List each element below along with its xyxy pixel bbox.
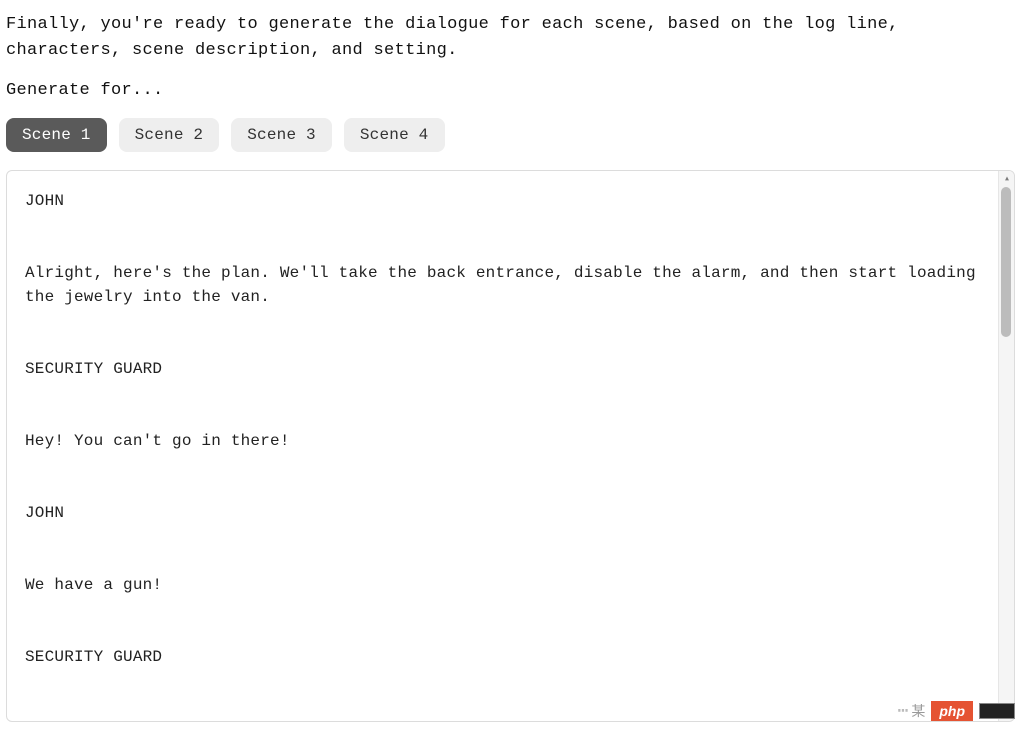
tab-scene-1[interactable]: Scene 1 — [6, 118, 107, 152]
dialogue-output: JOHN Alright, here's the plan. We'll tak… — [7, 171, 1014, 721]
dialogue-output-panel: JOHN Alright, here's the plan. We'll tak… — [6, 170, 1015, 722]
scrollbar[interactable]: ▴ ▾ — [998, 171, 1014, 721]
intro-text: Finally, you're ready to generate the di… — [6, 12, 1015, 63]
scroll-up-icon[interactable]: ▴ — [999, 171, 1015, 187]
watermark-text: 某 — [911, 701, 925, 721]
tab-scene-3[interactable]: Scene 3 — [231, 118, 332, 152]
watermark-dots-icon: ⋯ — [898, 700, 906, 722]
watermark: ⋯ 某 php — [898, 700, 1016, 722]
generate-label: Generate for... — [6, 81, 1015, 100]
php-badge: php — [931, 701, 973, 721]
tab-scene-4[interactable]: Scene 4 — [344, 118, 445, 152]
watermark-box-icon — [979, 703, 1015, 719]
tab-scene-2[interactable]: Scene 2 — [119, 118, 220, 152]
scene-tabs: Scene 1 Scene 2 Scene 3 Scene 4 — [6, 118, 1015, 152]
scroll-thumb[interactable] — [1001, 187, 1011, 337]
